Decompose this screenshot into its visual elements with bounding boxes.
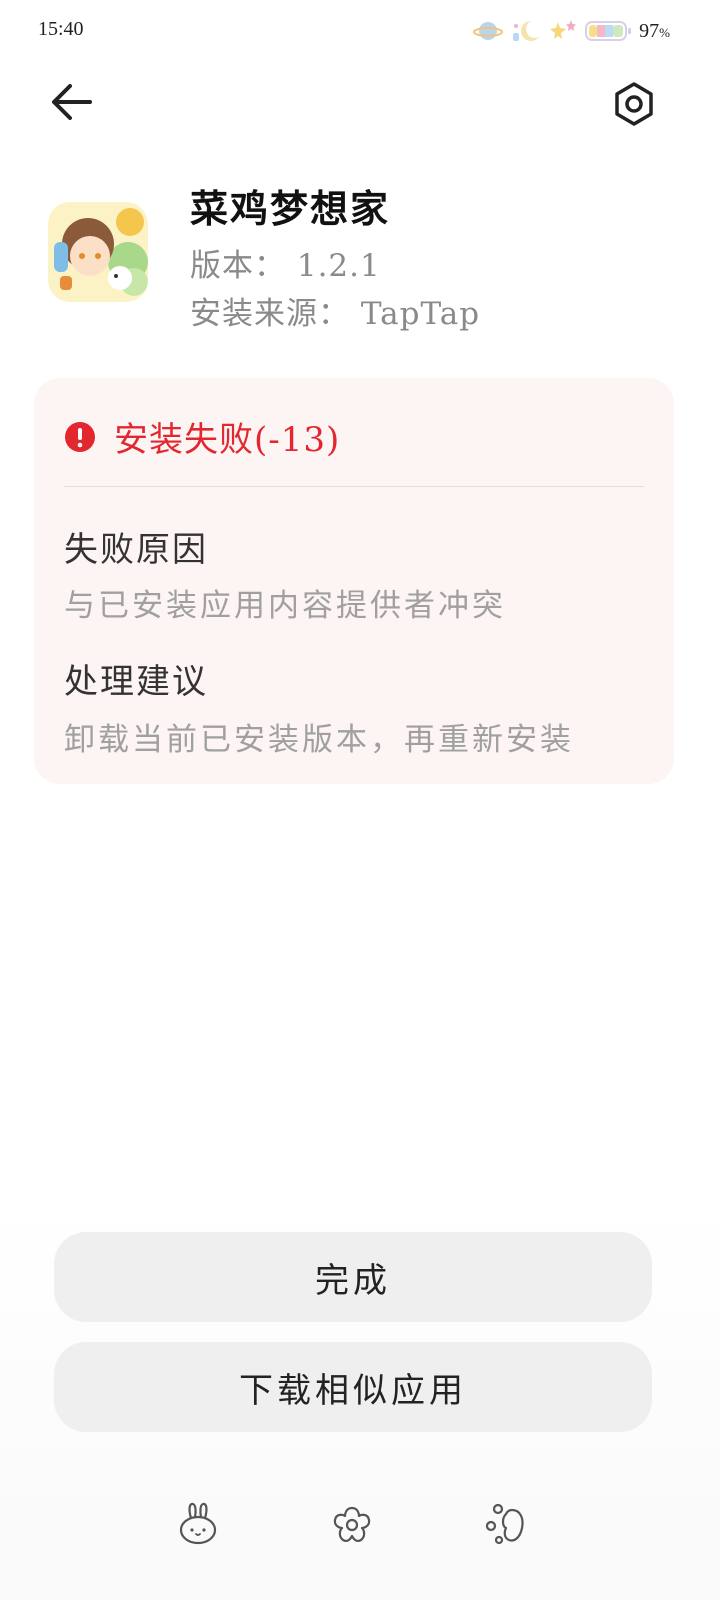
bunny-icon	[179, 1502, 217, 1545]
sparkle-stars-icon	[550, 20, 577, 39]
app-version: 版本： 1.2.1	[190, 248, 381, 284]
error-card: 安装失败(-13) 失败原因 与已安装应用内容提供者冲突 处理建议 卸载当前已安…	[34, 378, 674, 784]
exclamation-circle-icon	[65, 421, 95, 452]
app-icon	[48, 202, 148, 302]
suggestion-text: 卸载当前已安装版本，再重新安装	[64, 722, 574, 758]
suggestion-title: 处理建议	[64, 662, 208, 702]
back-button[interactable]	[44, 78, 100, 126]
app-source: 安装来源： TapTap	[190, 296, 481, 332]
status-bar: 15:40 97%	[0, 0, 720, 64]
flower-nav-button[interactable]	[328, 1500, 376, 1548]
planet-icon	[473, 22, 504, 40]
shapes-icon	[485, 1503, 524, 1545]
settings-button[interactable]	[608, 78, 660, 130]
download-similar-button[interactable]: 下载相似应用	[54, 1342, 652, 1432]
error-header: 安装失败(-13)	[64, 412, 340, 461]
failure-reason-text: 与已安装应用内容提供者冲突	[64, 588, 506, 624]
battery-percent: 97%	[639, 19, 670, 42]
shapes-nav-button[interactable]	[482, 1500, 530, 1548]
bunny-nav-button[interactable]	[174, 1500, 222, 1548]
status-icons: 97%	[473, 16, 670, 46]
battery-icon	[585, 21, 632, 41]
failure-reason-title: 失败原因	[64, 530, 208, 570]
flower-icon	[333, 1506, 371, 1543]
hexagon-settings-icon	[615, 82, 653, 126]
moon-stars-icon	[513, 21, 540, 42]
divider	[64, 486, 644, 487]
status-time: 15:40	[38, 18, 84, 40]
done-button[interactable]: 完成	[54, 1232, 652, 1322]
arrow-left-icon	[52, 84, 92, 120]
error-title: 安装失败(-13)	[114, 420, 341, 460]
app-name: 菜鸡梦想家	[190, 186, 391, 231]
